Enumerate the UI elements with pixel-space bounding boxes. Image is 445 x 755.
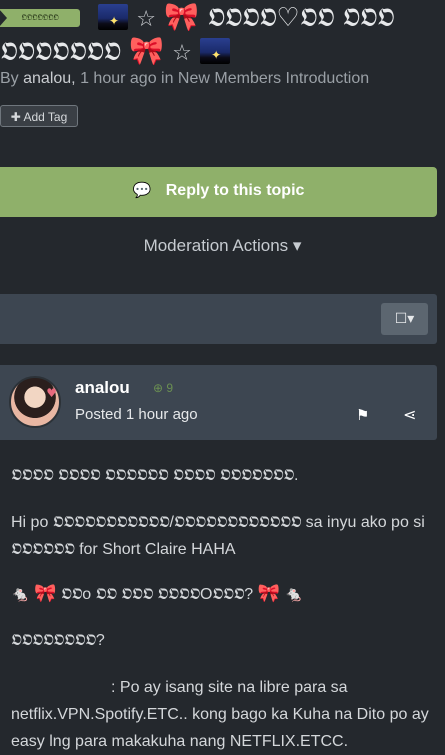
post-text: 𝕺𝕺o 𝕺𝕺 𝕺𝕺𝕺 𝕺𝕺𝕺𝕺O𝕺𝕺𝕺? (61, 586, 254, 603)
post-author[interactable]: analou (75, 378, 130, 398)
byline-prefix: By (0, 70, 19, 87)
posts-toolbar: ☐▾ (0, 294, 437, 344)
ribbon-icon: 🎀 (164, 0, 200, 33)
post-text: : Po ay isang site na libre para sa netf… (11, 679, 429, 750)
post-paragraph: Hi po 𝕺𝕺𝕺𝕺𝕺𝕺𝕺𝕺𝕺𝕺𝕺/𝕺𝕺𝕺𝕺𝕺𝕺𝕺𝕺𝕺𝕺𝕺𝕺 sa inyu a… (11, 514, 425, 558)
night-sky-icon (98, 4, 128, 30)
reply-button[interactable]: 💬 Reply to this topic (0, 167, 437, 217)
ribbon-icon: 🎀 (34, 583, 57, 603)
ribbon-icon: 🎀 (257, 583, 280, 603)
topic-badge: 𝕺𝕺𝕺𝕺𝕺𝕺𝕺 (0, 9, 80, 27)
comments-icon: 💬 (132, 182, 152, 199)
add-tag-label: Add Tag (23, 110, 68, 124)
title-text-1: 𝕺𝕺𝕺𝕺♡𝕺𝕺 𝕺𝕺𝕺 (207, 3, 395, 33)
byline-meta: 1 hour ago in New Members Introduction (80, 70, 370, 87)
night-sky-icon (200, 38, 231, 64)
reputation-badge: ⊕ 9 (153, 381, 174, 395)
post-paragraph: 🐁 🎀 𝕺𝕺o 𝕺𝕺 𝕺𝕺𝕺 𝕺𝕺𝕺𝕺O𝕺𝕺𝕺? 🎀 🐁 (11, 580, 303, 608)
checkbox-icon: ☐ (394, 311, 408, 327)
post-paragraph: 𝕺𝕺𝕺𝕺 𝕺𝕺𝕺𝕺 𝕺𝕺𝕺𝕺𝕺𝕺 𝕺𝕺𝕺𝕺 𝕺𝕺𝕺𝕺𝕺𝕺𝕺. (11, 467, 299, 484)
reply-label: Reply to this topic (165, 182, 305, 199)
mouse-icon: 🐁 (284, 586, 304, 603)
caret-down-icon: ▾ (407, 311, 415, 327)
star-icon: ☆ (172, 41, 192, 66)
ribbon-icon: 🎀 (128, 34, 164, 67)
topic-byline: By analou, 1 hour ago in New Members Int… (0, 70, 369, 88)
post-paragraph: 𝕺𝕺𝕺𝕺𝕺𝕺𝕺𝕺? (11, 632, 105, 649)
moderation-label: Moderation Actions (143, 236, 289, 255)
reputation-count: 9 (166, 381, 174, 395)
post-paragraph: : Po ay isang site na libre para sa netf… (11, 674, 437, 755)
share-icon[interactable]: ⋖ (403, 405, 416, 424)
add-tag-button[interactable]: ✚ Add Tag (0, 105, 78, 127)
title-line-1: ☆ 🎀 𝕺𝕺𝕺𝕺♡𝕺𝕺 𝕺𝕺𝕺 (98, 2, 394, 35)
post-date: Posted 1 hour ago (75, 406, 198, 423)
title-text-2: 𝕺𝕺𝕺𝕺𝕺𝕺𝕺 (0, 37, 121, 67)
author-link[interactable]: analou, (23, 70, 76, 87)
caret-down-icon: ▾ (292, 236, 302, 255)
post-header: analou ⊕ 9 Posted 1 hour ago ⚑ ⋖ (0, 365, 437, 440)
avatar[interactable] (9, 376, 61, 428)
plus-icon: ✚ (10, 110, 21, 124)
mouse-icon: 🐁 (11, 586, 30, 603)
select-posts-button[interactable]: ☐▾ (381, 303, 428, 335)
flag-icon[interactable]: ⚑ (356, 406, 369, 424)
star-icon: ☆ (136, 7, 156, 32)
moderation-actions-dropdown[interactable]: Moderation Actions ▾ (0, 236, 445, 256)
title-line-2: 𝕺𝕺𝕺𝕺𝕺𝕺𝕺 🎀 ☆ (0, 34, 231, 69)
